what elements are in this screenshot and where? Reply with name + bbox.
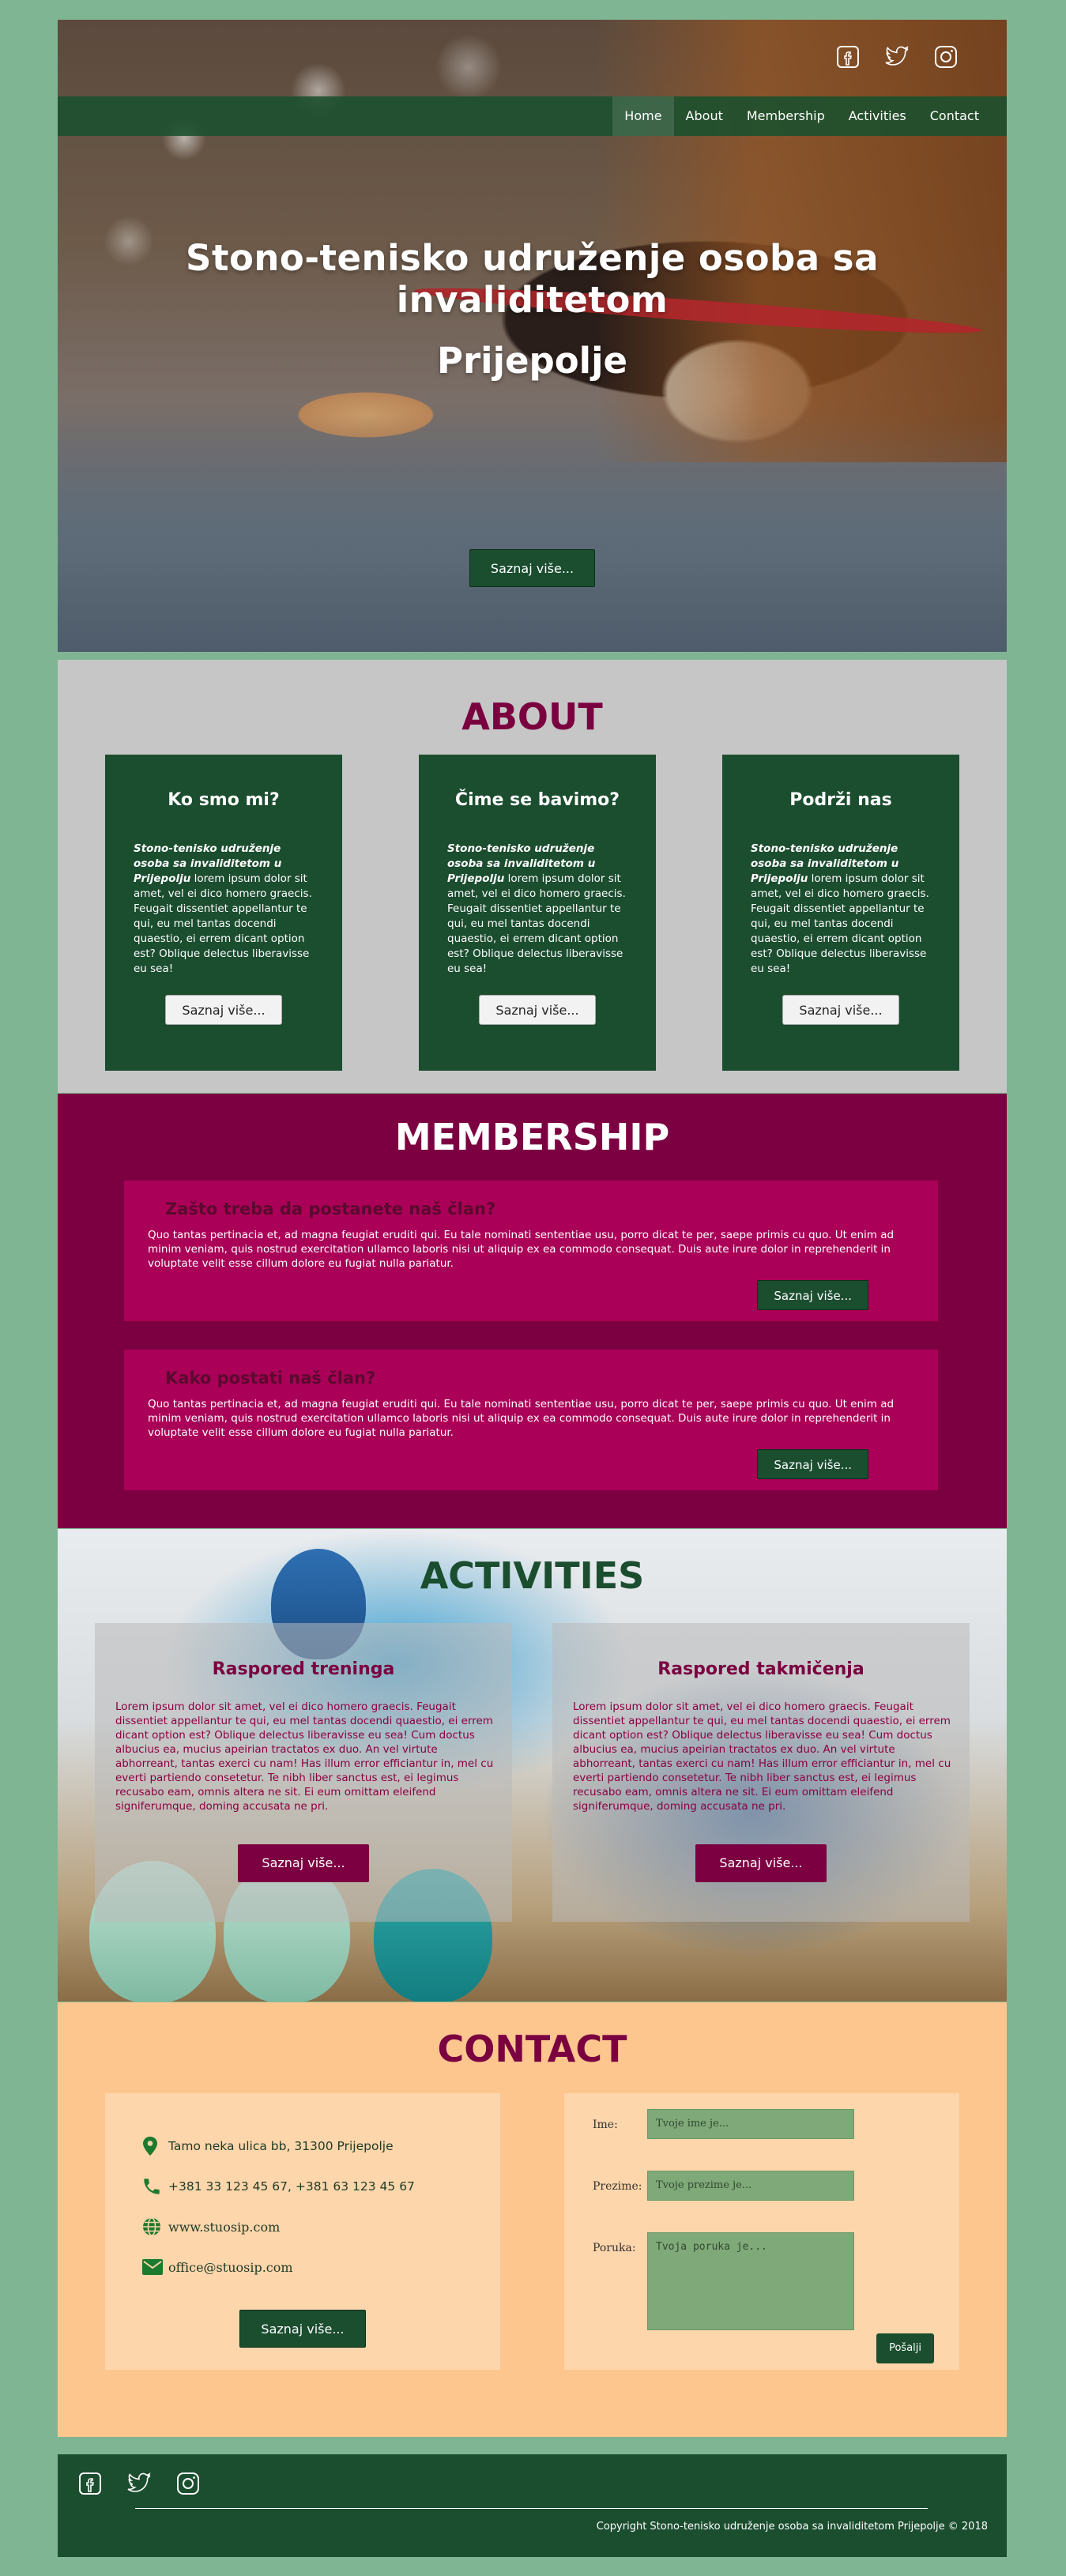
main-nav: Home About Membership Activities Contact: [58, 96, 1007, 136]
card-text: Stono-tenisko udruženje osoba sa invalid…: [751, 842, 929, 975]
twitter-icon[interactable]: [883, 43, 910, 70]
contact-title: CONTACT: [437, 2028, 627, 2070]
name-input[interactable]: Tvoje ime je...: [647, 2109, 854, 2139]
card-text: Stono-tenisko udruženje osoba sa invalid…: [447, 842, 626, 975]
globe-icon: [141, 2216, 168, 2237]
message-label: Poruka:: [593, 2242, 636, 2254]
about-card-who: Ko smo mi? Stono-tenisko udruženje osoba…: [105, 755, 342, 1071]
competition-schedule-button[interactable]: Saznaj više...: [695, 1844, 827, 1882]
training-schedule-heading: Raspored treninga: [212, 1659, 395, 1679]
contact-address: Tamo neka ulica bb, 31300 Prijepolje: [141, 2136, 500, 2156]
contact-web: www.stuosip.com: [141, 2216, 500, 2237]
membership-section: MEMBERSHIP Zašto treba da postanete naš …: [58, 1094, 1007, 1528]
surname-label: Prezime:: [593, 2180, 642, 2193]
contact-form: Ime: Tvoje ime je... Prezime: Tvoje prez…: [564, 2093, 959, 2370]
about-card-who-button[interactable]: Saznaj više...: [165, 995, 282, 1025]
hero-cta-button[interactable]: Saznaj više...: [469, 549, 596, 587]
nav-activities[interactable]: Activities: [837, 96, 918, 136]
training-schedule-button[interactable]: Saznaj više...: [238, 1844, 369, 1882]
location-pin-icon: [141, 2136, 168, 2156]
membership-how-text: Quo tantas pertinacia et, ad magna feugi…: [148, 1398, 895, 1439]
facebook-icon[interactable]: [834, 43, 861, 70]
about-section: ABOUT Ko smo mi? Stono-tenisko udruženje…: [58, 660, 1007, 1093]
name-label: Ime:: [593, 2118, 618, 2131]
membership-why-text: Quo tantas pertinacia et, ad magna feugi…: [148, 1229, 895, 1270]
page: Home About Membership Activities Contact…: [0, 0, 1066, 2576]
membership-how-button[interactable]: Saznaj više...: [757, 1449, 868, 1479]
hero-title: Stono-tenisko udruženje osoba sa invalid…: [186, 237, 879, 321]
send-button[interactable]: Pošalji: [876, 2333, 934, 2363]
mail-icon: [141, 2257, 168, 2277]
nav-about[interactable]: About: [674, 96, 735, 136]
membership-why-button[interactable]: Saznaj više...: [757, 1280, 868, 1310]
membership-title: MEMBERSHIP: [394, 1116, 670, 1158]
competition-schedule-heading: Raspored takmičenja: [657, 1659, 864, 1679]
about-title: ABOUT: [461, 695, 603, 738]
membership-how-box: Kako postati naš član? Quo tantas pertin…: [124, 1350, 938, 1490]
contact-email: office@stuosip.com: [141, 2257, 500, 2277]
activities-section: ACTIVITIES Raspored treninga Lorem ipsum…: [58, 1529, 1007, 2002]
card-heading: Ko smo mi?: [168, 790, 280, 810]
card-text: Stono-tenisko udruženje osoba sa invalid…: [134, 842, 312, 975]
competition-schedule-card: Raspored takmičenja Lorem ipsum dolor si…: [552, 1623, 970, 1922]
membership-why-heading: Zašto treba da postanete naš član?: [165, 1199, 496, 1218]
about-card-what: Čime se bavimo? Stono-tenisko udruženje …: [419, 755, 656, 1071]
contact-info-box: Tamo neka ulica bb, 31300 Prijepolje +38…: [105, 2093, 500, 2370]
nav-membership[interactable]: Membership: [735, 96, 837, 136]
about-card-support-button[interactable]: Saznaj više...: [782, 995, 899, 1025]
training-schedule-card: Raspored treninga Lorem ipsum dolor sit …: [95, 1623, 512, 1922]
footer-copyright: Copyright Stono-tenisko udruženje osoba …: [596, 2521, 988, 2533]
hero-section: Home About Membership Activities Contact…: [58, 20, 1007, 652]
hero-subtitle: Prijepolje: [436, 340, 628, 382]
training-schedule-text: Lorem ipsum dolor sit amet, vel ei dico …: [115, 1700, 494, 1813]
contact-phone: +381 33 123 45 67, +381 63 123 45 67: [141, 2176, 500, 2197]
instagram-icon[interactable]: [175, 2470, 202, 2497]
membership-how-heading: Kako postati naš član?: [165, 1369, 376, 1388]
footer: Copyright Stono-tenisko udruženje osoba …: [58, 2454, 1007, 2557]
phone-icon: [141, 2176, 168, 2197]
footer-divider: [135, 2508, 928, 2509]
facebook-icon[interactable]: [77, 2470, 104, 2497]
instagram-icon[interactable]: [932, 43, 959, 70]
nav-home[interactable]: Home: [612, 96, 674, 136]
about-card-support: Podrži nas Stono-tenisko udruženje osoba…: [722, 755, 959, 1071]
twitter-icon[interactable]: [126, 2470, 153, 2497]
competition-schedule-text: Lorem ipsum dolor sit amet, vel ei dico …: [573, 1700, 951, 1813]
contact-section: CONTACT Tamo neka ulica bb, 31300 Prijep…: [58, 2002, 1007, 2437]
message-textarea[interactable]: Tvoja poruka je...: [647, 2232, 854, 2330]
membership-why-box: Zašto treba da postanete naš član? Quo t…: [124, 1181, 938, 1321]
header-social-links: [834, 43, 959, 70]
surname-input[interactable]: Tvoje prezime je...: [647, 2171, 854, 2201]
about-card-what-button[interactable]: Saznaj više...: [479, 995, 596, 1025]
footer-social-links: [77, 2470, 202, 2497]
contact-info-button[interactable]: Saznaj više...: [239, 2310, 366, 2348]
nav-contact[interactable]: Contact: [918, 96, 991, 136]
card-heading: Čime se bavimo?: [454, 790, 620, 810]
card-heading: Podrži nas: [789, 790, 892, 810]
activities-title: ACTIVITIES: [420, 1554, 645, 1597]
